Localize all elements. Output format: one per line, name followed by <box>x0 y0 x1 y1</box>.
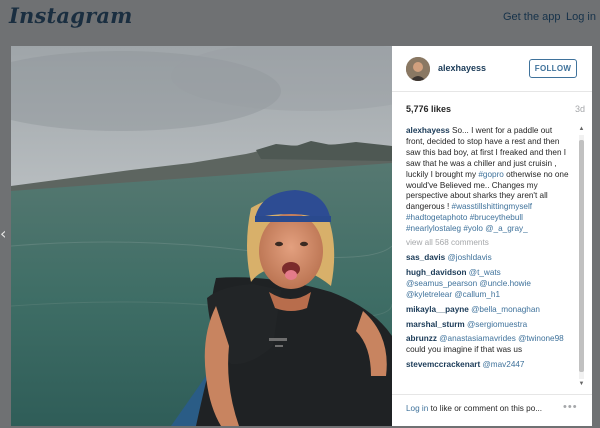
comments-list: alexhayess So... I went for a paddle out… <box>406 126 572 388</box>
mention-link[interactable]: @bella_monaghan <box>471 305 540 314</box>
mention-link[interactable]: @t_wats <box>469 268 501 277</box>
mention-link[interactable]: @callum_h1 <box>454 290 500 299</box>
comment-username[interactable]: mikayla__payne <box>406 305 469 314</box>
comment-item: hugh_davidson @t_wats @seamus_pearson @u… <box>406 268 572 301</box>
scroll-down-arrow-icon[interactable]: ▼ <box>578 381 585 388</box>
comment-item: abrunzz @anastasiamavrides @twinone98 co… <box>406 334 572 356</box>
follow-button[interactable]: FOLLOW <box>529 59 577 78</box>
comment-text: could you imagine if that was us <box>406 345 523 355</box>
login-prompt-text: to like or comment on this po... <box>428 404 543 413</box>
scroll-thumb[interactable] <box>579 140 584 372</box>
mention-link[interactable]: @uncle.howie <box>479 279 531 288</box>
post-age: 3d <box>575 104 586 114</box>
likes-count[interactable]: 5,776 likes <box>406 104 451 114</box>
comment-item: mikayla__payne @bella_monaghan <box>406 305 572 316</box>
comment-username[interactable]: hugh_davidson <box>406 268 467 277</box>
footer-login-link[interactable]: Log in <box>406 404 428 413</box>
comment-username[interactable]: abrunzz <box>406 334 437 343</box>
hashtag-link[interactable]: #hadtogetaphoto <box>406 213 467 222</box>
view-all-comments-link[interactable]: view all 568 comments <box>406 238 572 249</box>
post-author-username[interactable]: alexhayess <box>438 63 486 73</box>
avatar[interactable] <box>406 57 430 81</box>
mention-link[interactable]: @seamus_pearson <box>406 279 477 288</box>
mention-link[interactable]: @sergiomuestra <box>467 320 527 329</box>
login-link[interactable]: Log in <box>566 11 596 23</box>
comment-username[interactable]: marshal_sturm <box>406 320 465 329</box>
hashtag-link[interactable]: #nearlylostaleg <box>406 224 461 233</box>
mention-link[interactable]: @anastasiamavrides <box>439 334 516 343</box>
instagram-logo[interactable]: Instagram <box>9 3 133 28</box>
comment-username[interactable]: sas_davis <box>406 253 445 262</box>
comment-item: stevemccrackenart @mav2447 <box>406 360 572 371</box>
get-the-app-link[interactable]: Get the app <box>503 11 561 23</box>
hashtag-link[interactable]: #wasstillshittingmyself <box>452 202 533 211</box>
mention-link[interactable]: @kyletrelear <box>406 290 452 299</box>
hashtag-link[interactable]: #yolo <box>463 224 483 233</box>
post-modal: alexhayess FOLLOW 5,776 likes 3d alexhay… <box>11 46 592 426</box>
more-options-icon[interactable]: ••• <box>563 401 578 413</box>
scroll-up-arrow-icon[interactable]: ▲ <box>578 126 585 133</box>
mention-link[interactable]: @_a_gray_ <box>485 224 527 233</box>
post-photo <box>11 46 392 426</box>
mention-link[interactable]: @twinone98 <box>518 334 564 343</box>
comment-username[interactable]: stevemccrackenart <box>406 360 480 369</box>
post-header: alexhayess FOLLOW <box>392 46 592 92</box>
caption-username[interactable]: alexhayess <box>406 126 450 135</box>
mention-link[interactable]: @mav2447 <box>482 360 524 369</box>
top-navigation-bar: Instagram Get the app Log in <box>0 0 600 42</box>
post-footer: Log in to like or comment on this po... … <box>392 394 592 426</box>
scroll-track[interactable] <box>579 135 584 379</box>
login-prompt: Log in to like or comment on this po... <box>406 404 542 413</box>
chevron-left-icon[interactable]: ‹ <box>0 226 6 242</box>
post-details-panel: alexhayess FOLLOW 5,776 likes 3d alexhay… <box>392 46 592 426</box>
comment-item: sas_davis @joshldavis <box>406 253 572 264</box>
hashtag-link[interactable]: #gopro <box>478 170 504 179</box>
post-caption: alexhayess So... I went for a paddle out… <box>406 126 572 235</box>
comment-item: marshal_sturm @sergiomuestra <box>406 320 572 331</box>
hashtag-link[interactable]: #bruceythebull <box>470 213 523 222</box>
comment-items: sas_davis @joshldavis hugh_davidson @t_wa… <box>406 253 572 371</box>
comments-scrollbar[interactable]: ▲ ▼ <box>578 126 585 388</box>
mention-link[interactable]: @joshldavis <box>447 253 491 262</box>
